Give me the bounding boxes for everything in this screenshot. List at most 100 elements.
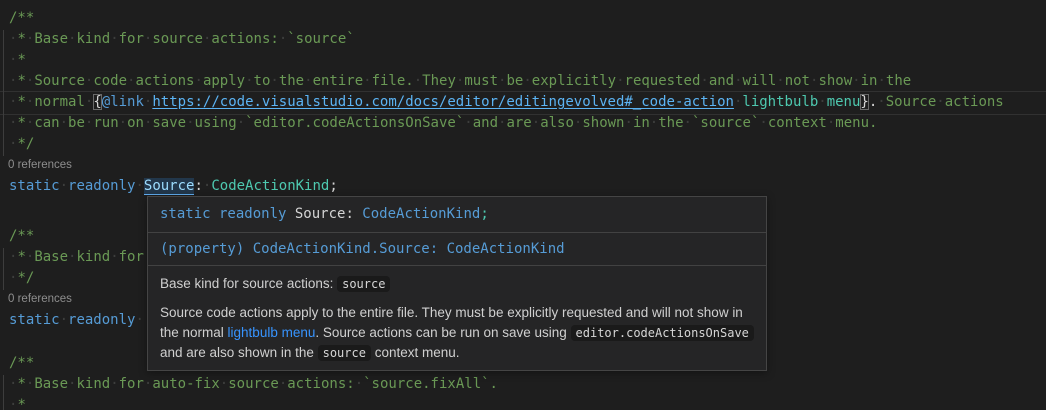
codelens-references[interactable]: 0 references xyxy=(8,155,72,176)
code-token: ; xyxy=(480,206,488,222)
whitespace-dot: · xyxy=(498,115,506,131)
whitespace-dot: · xyxy=(877,73,885,89)
whitespace-dot: · xyxy=(26,73,34,89)
code-token: · xyxy=(60,178,68,194)
code-token: : xyxy=(194,178,202,194)
code-token: lightbulb·menu xyxy=(742,94,860,110)
code-token: Source·actions xyxy=(886,94,1004,110)
tooltip-text: and are also shown in the xyxy=(160,345,318,360)
tooltip-text: context menu. xyxy=(371,345,460,360)
whitespace-dot: · xyxy=(9,376,17,392)
whitespace-dot: · xyxy=(9,115,17,131)
whitespace-dot: · xyxy=(220,376,228,392)
whitespace-dot: · xyxy=(684,115,692,131)
tooltip-paragraph: Base kind for source actions: source xyxy=(160,274,754,294)
whitespace-dot: · xyxy=(304,73,312,89)
whitespace-dot: · xyxy=(127,73,135,89)
code-line: ·* xyxy=(9,50,26,71)
code-token: (property) CodeActionKind.Source: CodeAc… xyxy=(160,241,565,257)
whitespace-dot: · xyxy=(245,73,253,89)
code-line: ·*·Base·kind·for·auto-fix·source·actions… xyxy=(9,374,498,395)
inline-code: source xyxy=(318,345,371,361)
code-token: static readonly xyxy=(160,206,286,222)
whitespace-dot: · xyxy=(877,94,885,110)
whitespace-dot: · xyxy=(26,376,34,392)
code-line: ·*/ xyxy=(9,268,34,289)
whitespace-dot: · xyxy=(135,312,143,328)
code-token: CodeActionKind xyxy=(211,178,329,194)
tooltip-property-line: (property) CodeActionKind.Source: CodeAc… xyxy=(148,232,766,266)
whitespace-dot: · xyxy=(26,94,34,110)
code-line: ·*/ xyxy=(9,134,34,155)
whitespace-dot: · xyxy=(85,73,93,89)
whitespace-dot: · xyxy=(110,31,118,47)
whitespace-dot: · xyxy=(270,73,278,89)
whitespace-dot: · xyxy=(9,73,17,89)
whitespace-dot: · xyxy=(456,73,464,89)
whitespace-dot: · xyxy=(195,73,203,89)
whitespace-dot: · xyxy=(68,31,76,47)
code-token: /** xyxy=(9,355,34,371)
whitespace-dot: · xyxy=(9,52,17,68)
code-token: ; xyxy=(329,178,337,194)
code-token: CodeActionKind xyxy=(362,206,480,222)
code-line: /** xyxy=(9,353,34,374)
whitespace-dot: · xyxy=(734,73,742,89)
hover-tooltip: static readonly Source: CodeActionKind; … xyxy=(147,196,767,371)
code-token: · xyxy=(135,312,143,328)
code-line: ·*·can·be·run·on·save·using·`editor.code… xyxy=(9,113,877,134)
indent-guide xyxy=(3,248,4,290)
whitespace-dot: · xyxy=(574,115,582,131)
whitespace-dot: · xyxy=(135,178,143,194)
code-token: ·*·Base·kind·for xyxy=(9,249,144,265)
doc-link[interactable]: https://code.visualstudio.com/docs/edito… xyxy=(152,94,734,110)
code-token: @link xyxy=(102,94,144,110)
code-token: ·*/ xyxy=(9,270,34,286)
whitespace-dot: · xyxy=(9,136,17,152)
code-token: static xyxy=(9,312,60,328)
code-token: /** xyxy=(9,228,34,244)
whitespace-dot: · xyxy=(68,376,76,392)
whitespace-dot: · xyxy=(616,73,624,89)
code-token: · xyxy=(135,178,143,194)
whitespace-dot: · xyxy=(60,178,68,194)
hovered-symbol[interactable]: Source xyxy=(144,178,195,195)
whitespace-dot: · xyxy=(144,31,152,47)
code-line: ·* xyxy=(9,395,26,410)
whitespace-dot: · xyxy=(810,73,818,89)
whitespace-dot: · xyxy=(827,115,835,131)
whitespace-dot: · xyxy=(186,115,194,131)
whitespace-dot: · xyxy=(700,73,708,89)
whitespace-dot: · xyxy=(9,94,17,110)
tooltip-paragraph: Source code actions apply to the entire … xyxy=(160,303,754,363)
whitespace-dot: · xyxy=(26,249,34,265)
indent-guide xyxy=(3,30,4,156)
code-token: ·*·Source·code·actions·apply·to·the·enti… xyxy=(9,73,911,89)
code-token: ·*·Base·kind·for·source·actions:·`source… xyxy=(9,31,355,47)
tooltip-documentation: Base kind for source actions: sourceSour… xyxy=(148,266,766,370)
tooltip-link-lightbulb-menu[interactable]: lightbulb menu xyxy=(228,325,316,340)
code-line: ·*·normal·{@link·https://code.visualstud… xyxy=(9,92,1004,113)
code-token: readonly xyxy=(68,178,135,194)
whitespace-dot: · xyxy=(852,73,860,89)
code-line: ·*·Source·code·actions·apply·to·the·enti… xyxy=(9,71,911,92)
code-token: ·* xyxy=(9,397,26,410)
whitespace-dot: · xyxy=(650,115,658,131)
inline-code: editor.codeActionsOnSave xyxy=(571,325,754,341)
tooltip-signature: static readonly Source: CodeActionKind; xyxy=(148,197,766,232)
code-token: } xyxy=(860,94,868,110)
code-line: /** xyxy=(9,226,34,247)
whitespace-dot: · xyxy=(144,115,152,131)
whitespace-dot: · xyxy=(110,249,118,265)
whitespace-dot: · xyxy=(85,115,93,131)
tooltip-text: Base kind for source actions: xyxy=(160,276,337,291)
whitespace-dot: · xyxy=(68,249,76,265)
whitespace-dot: · xyxy=(26,31,34,47)
whitespace-dot: · xyxy=(60,115,68,131)
whitespace-dot: · xyxy=(464,115,472,131)
code-token: /** xyxy=(9,10,34,26)
whitespace-dot: · xyxy=(9,31,17,47)
code-token: readonly xyxy=(68,312,135,328)
codelens-references[interactable]: 0 references xyxy=(8,289,72,310)
code-line: /** xyxy=(9,8,34,29)
